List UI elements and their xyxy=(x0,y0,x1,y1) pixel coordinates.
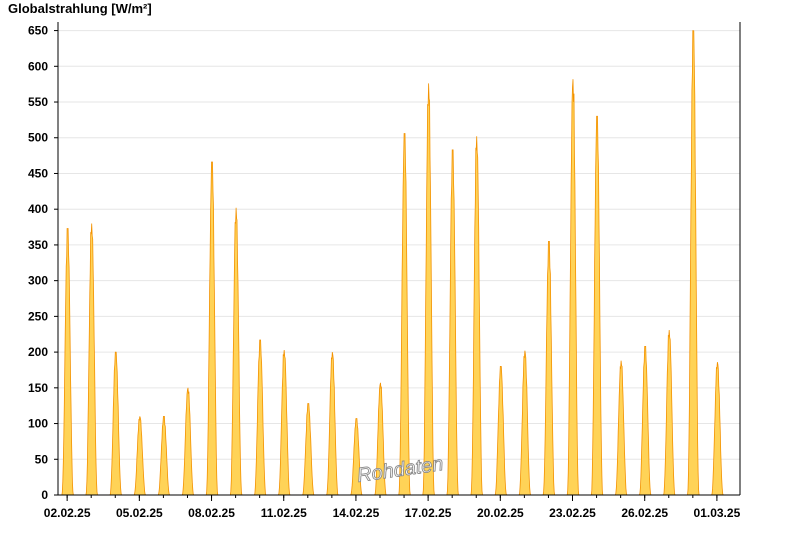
x-tick-label: 14.02.25 xyxy=(333,506,380,520)
chart: Globalstrahlung [W/m²] 0 50 100 150 200 250 30… xyxy=(0,0,800,550)
x-tick-label: 11.02.25 xyxy=(261,506,307,520)
y-tick-label: 100 xyxy=(28,417,48,431)
y-tick-label: 250 xyxy=(28,309,48,323)
x-tick-label: 23.02.25 xyxy=(549,506,596,520)
day-peak-25.02.25 xyxy=(614,360,628,496)
y-tick-label: 50 xyxy=(35,452,49,466)
day-peak-18.02.25 xyxy=(446,149,459,496)
axes xyxy=(57,22,741,496)
data-series xyxy=(61,30,724,496)
day-peak-26.02.25 xyxy=(638,346,652,496)
day-peak-20.02.25 xyxy=(494,366,508,496)
day-peak-03.02.25 xyxy=(85,223,98,496)
y-tick-label: 450 xyxy=(28,166,48,180)
x-tick-label: 01.03.25 xyxy=(694,506,741,520)
day-peak-05.02.25 xyxy=(133,416,147,496)
y-tick-label: 200 xyxy=(28,345,48,359)
day-peak-17.02.25 xyxy=(422,83,435,496)
day-peak-07.02.25 xyxy=(181,387,195,496)
day-peak-22.02.25 xyxy=(542,241,556,496)
day-peak-28.02.25 xyxy=(687,30,700,496)
day-peak-01.03.25 xyxy=(711,362,724,496)
y-tick-label: 350 xyxy=(28,238,48,252)
y-tick-label: 600 xyxy=(28,59,48,73)
day-peak-09.02.25 xyxy=(229,207,243,496)
y-tick-label: 500 xyxy=(28,131,48,145)
day-peak-12.02.25 xyxy=(301,403,315,496)
y-tick-label: 150 xyxy=(28,381,48,395)
grid-lines xyxy=(58,30,740,460)
x-tick-label: 20.02.25 xyxy=(477,506,524,520)
day-peak-11.02.25 xyxy=(277,349,291,496)
y-tick-label: 400 xyxy=(28,202,48,216)
y-tick-label: 650 xyxy=(28,24,48,38)
x-tick-label: 17.02.25 xyxy=(405,506,452,520)
y-ticks: 0 50 100 150 200 250 300 350 400 450 500 550 600 650 xyxy=(28,24,58,502)
y-tick-label: 300 xyxy=(28,274,48,288)
x-tick-label: 05.02.25 xyxy=(116,506,163,520)
y-tick-label: 550 xyxy=(28,95,48,109)
chart-canvas: 0501001502002503003504004505005506006500… xyxy=(28,22,741,520)
day-peak-23.02.25 xyxy=(566,79,580,496)
x-tick-label: 26.02.25 xyxy=(621,506,668,520)
x-tick-label: 08.02.25 xyxy=(188,506,235,520)
day-peak-21.02.25 xyxy=(518,350,532,496)
day-peak-10.02.25 xyxy=(253,339,267,496)
day-peak-06.02.25 xyxy=(157,416,171,496)
x-tick-label: 02.02.25 xyxy=(44,506,91,520)
day-peak-27.02.25 xyxy=(662,329,676,496)
y-tick-label: 0 xyxy=(41,488,48,502)
day-peak-08.02.25 xyxy=(205,161,219,496)
day-peak-02.02.25 xyxy=(61,228,74,496)
day-peak-19.02.25 xyxy=(470,136,483,496)
day-peak-16.02.25 xyxy=(398,133,411,496)
x-ticks: 02.02.25 05.02.25 08.02.25 11.02.25 14.02.25… xyxy=(44,495,741,520)
